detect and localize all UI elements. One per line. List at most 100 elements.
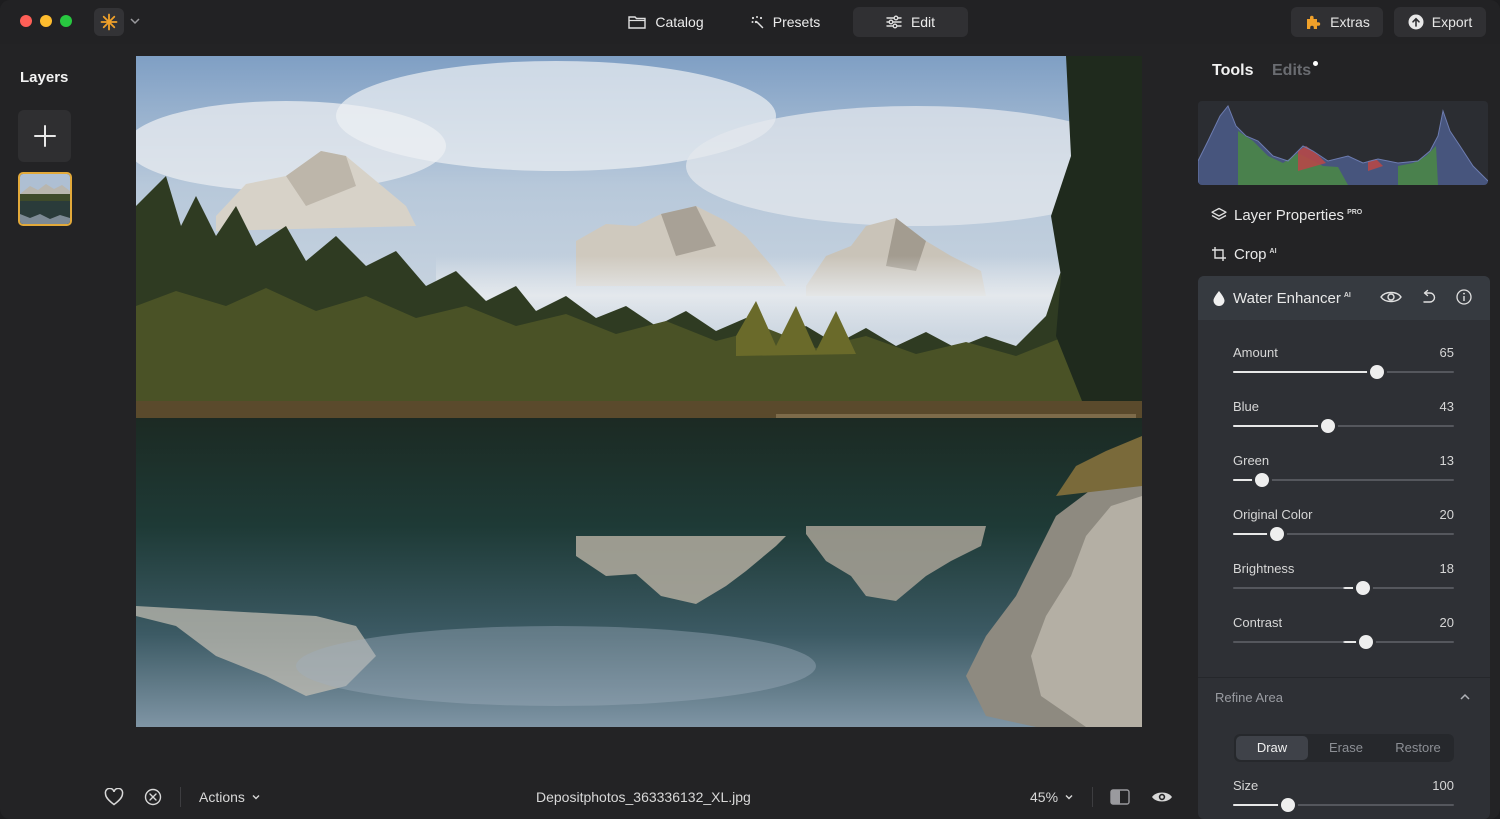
tool-crop-label: Crop	[1234, 245, 1267, 263]
slider-value: 65	[1439, 345, 1454, 360]
reset-button[interactable]	[1420, 289, 1436, 305]
slider-value: 13	[1439, 453, 1454, 468]
actions-label: Actions	[199, 789, 245, 805]
tab-catalog[interactable]: Catalog	[616, 7, 716, 37]
slider-track[interactable]	[1233, 419, 1454, 433]
separator	[180, 787, 181, 807]
slider-knob[interactable]	[1255, 473, 1269, 487]
tab-catalog-label: Catalog	[655, 14, 704, 30]
collapse-refine-button[interactable]	[1459, 691, 1471, 703]
actions-menu[interactable]: Actions	[199, 786, 261, 808]
undo-icon	[1420, 289, 1436, 305]
slider-value: 20	[1439, 615, 1454, 630]
sparkle-icon	[750, 15, 764, 29]
sliders-icon	[886, 15, 902, 29]
eye-icon	[1151, 790, 1173, 804]
photo-canvas[interactable]	[136, 56, 1142, 727]
histogram	[1198, 101, 1488, 185]
slider-track[interactable]	[1233, 635, 1454, 649]
slider-knob[interactable]	[1270, 527, 1284, 541]
slider-track[interactable]	[1233, 581, 1454, 595]
slider-knob[interactable]	[1359, 635, 1373, 649]
separator	[1092, 787, 1093, 807]
slider-label: Blue	[1233, 399, 1260, 414]
size-slider-fill	[1233, 804, 1288, 806]
refine-mode-selector: Draw Erase Restore	[1234, 734, 1454, 762]
extras-button[interactable]: Extras	[1291, 7, 1383, 37]
slider-label: Contrast	[1233, 615, 1283, 630]
size-slider[interactable]	[1233, 798, 1454, 812]
extras-label: Extras	[1330, 14, 1370, 30]
pro-badge: PRO	[1347, 208, 1363, 216]
tab-presets-label: Presets	[772, 14, 821, 30]
water-drop-icon	[1212, 290, 1226, 306]
mode-erase[interactable]: Erase	[1310, 736, 1382, 760]
tool-layer-properties[interactable]: Layer Properties PRO	[1211, 205, 1362, 225]
slider-label: Original Color	[1233, 507, 1313, 522]
slider-knob[interactable]	[1321, 419, 1335, 433]
size-value: 100	[1432, 778, 1454, 793]
slider-knob[interactable]	[1356, 581, 1370, 595]
layer-thumbnail[interactable]	[18, 172, 72, 226]
title-bar: Catalog Presets Edit Extras Export	[0, 0, 1500, 44]
crop-icon	[1211, 246, 1227, 262]
tab-tools[interactable]: Tools	[1212, 62, 1253, 80]
zoom-value: 45%	[1030, 789, 1059, 805]
filename: Depositphotos_363336132_XL.jpg	[536, 789, 751, 805]
water-enhancer-title-row: Water Enhancer AI	[1212, 288, 1351, 308]
size-label: Size	[1233, 778, 1259, 793]
tool-crop[interactable]: Crop AI	[1211, 244, 1277, 264]
compare-button[interactable]	[1110, 786, 1132, 808]
mode-restore[interactable]: Restore	[1382, 736, 1454, 760]
slider-label: Green	[1233, 453, 1270, 468]
tab-edits[interactable]: Edits	[1272, 62, 1311, 80]
size-slider-knob[interactable]	[1281, 798, 1295, 812]
minimize-window-button[interactable]	[40, 15, 52, 27]
slider-track[interactable]	[1233, 527, 1454, 541]
export-label: Export	[1431, 14, 1473, 30]
slider-track[interactable]	[1233, 473, 1454, 487]
luminar-logo-icon	[100, 13, 118, 31]
add-layer-button[interactable]	[18, 110, 71, 162]
puzzle-icon	[1304, 13, 1322, 31]
reject-button[interactable]	[144, 786, 166, 808]
close-window-button[interactable]	[20, 15, 32, 27]
compare-icon	[1110, 789, 1130, 805]
layers-icon	[1211, 207, 1227, 223]
refine-area-title: Refine Area	[1215, 690, 1283, 705]
slider-fill	[1233, 425, 1328, 427]
chevron-down-icon	[251, 792, 261, 802]
info-button[interactable]	[1456, 289, 1472, 305]
tab-presets[interactable]: Presets	[742, 7, 828, 37]
slider-knob[interactable]	[1370, 365, 1384, 379]
export-button[interactable]: Export	[1394, 7, 1486, 37]
slider-value: 43	[1439, 399, 1454, 414]
heart-icon	[104, 788, 124, 806]
layers-title: Layers	[20, 69, 69, 86]
divider	[1198, 677, 1490, 678]
app-menu-button[interactable]	[94, 8, 124, 36]
zoom-window-button[interactable]	[60, 15, 72, 27]
zoom-dropdown[interactable]: 45%	[1030, 786, 1074, 808]
visibility-toggle-button[interactable]	[1380, 289, 1402, 305]
water-enhancer-title: Water Enhancer	[1233, 289, 1341, 307]
app-window: Catalog Presets Edit Extras Export Layer…	[0, 0, 1500, 819]
tab-edit[interactable]: Edit	[853, 7, 968, 37]
tab-edit-label: Edit	[910, 14, 936, 30]
slider-value: 18	[1439, 561, 1454, 576]
favorite-button[interactable]	[104, 786, 126, 808]
slider-track[interactable]	[1233, 365, 1454, 379]
chevron-up-icon	[1459, 691, 1471, 703]
slider-value: 20	[1439, 507, 1454, 522]
info-icon	[1456, 289, 1472, 305]
folder-icon	[628, 15, 647, 29]
mode-draw[interactable]: Draw	[1236, 736, 1308, 760]
chevron-down-icon[interactable]	[128, 14, 142, 28]
slider-label: Amount	[1233, 345, 1278, 360]
eye-outline-icon	[1380, 289, 1402, 305]
plus-icon	[33, 124, 57, 148]
chevron-down-icon	[1064, 792, 1074, 802]
preview-toggle-button[interactable]	[1151, 786, 1175, 808]
close-circle-icon	[144, 788, 162, 806]
tool-layer-properties-label: Layer Properties	[1234, 206, 1345, 224]
